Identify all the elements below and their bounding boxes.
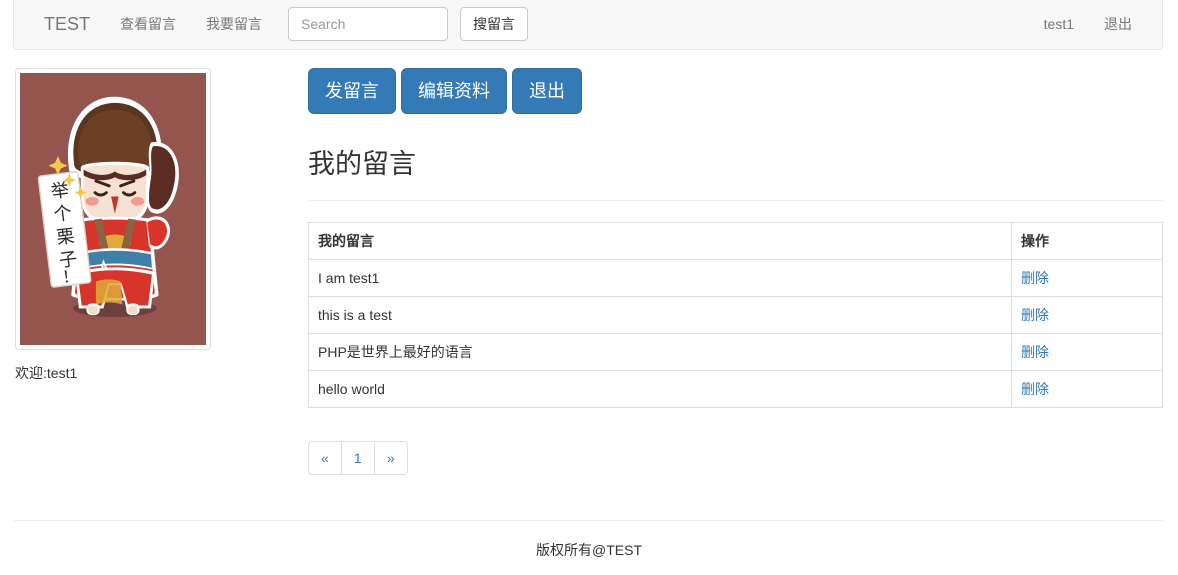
- table-row: PHP是世界上最好的语言 删除: [308, 332, 1163, 371]
- svg-text:！: ！: [61, 266, 79, 287]
- table-row: hello world 删除: [308, 369, 1163, 408]
- search-submit-button[interactable]: 搜留言: [460, 6, 529, 41]
- navbar-search-form: 搜留言: [288, 6, 529, 41]
- table-row: this is a test 删除: [308, 295, 1163, 334]
- pagination-nav: « 1 »: [308, 408, 1163, 475]
- nav-link-username[interactable]: test1: [1029, 0, 1089, 49]
- action-cell: 删除: [1011, 258, 1163, 297]
- nav-link-logout[interactable]: 退出: [1089, 0, 1147, 49]
- footer-copyright: 版权所有@TEST: [536, 542, 642, 558]
- search-input[interactable]: [288, 6, 449, 41]
- sidebar: 举 个 栗 子 ！ 欢迎:test1: [15, 68, 215, 383]
- message-cell: hello world: [308, 369, 1012, 408]
- svg-text:个: 个: [53, 203, 73, 226]
- navbar-brand[interactable]: TEST: [29, 0, 105, 49]
- title-divider: [308, 199, 1163, 201]
- page-title: 我的留言: [308, 149, 416, 179]
- avatar-thumbnail: 举 个 栗 子 ！: [15, 68, 211, 350]
- table-header-row: 我的留言 操作: [308, 221, 1163, 260]
- action-cell: 删除: [1011, 369, 1163, 408]
- nav-link-post-message[interactable]: 我要留言: [191, 0, 277, 49]
- svg-text:举: 举: [50, 180, 70, 203]
- delete-link[interactable]: 删除: [1021, 270, 1049, 286]
- table-row: I am test1 删除: [308, 258, 1163, 297]
- action-cell: 删除: [1011, 332, 1163, 371]
- message-cell: this is a test: [308, 295, 1012, 334]
- logout-button[interactable]: 退出: [512, 68, 582, 114]
- svg-text:栗: 栗: [55, 226, 75, 249]
- column-header-message: 我的留言: [308, 221, 1012, 260]
- edit-profile-button[interactable]: 编辑资料: [401, 68, 507, 114]
- avatar-image: 举 个 栗 子 ！: [20, 73, 206, 345]
- delete-link[interactable]: 删除: [1021, 344, 1049, 360]
- navbar-inner: TEST 查看留言 我要留言 搜留言 test1 退出: [14, 0, 1162, 49]
- action-cell: 删除: [1011, 295, 1163, 334]
- top-navbar: TEST 查看留言 我要留言 搜留言 test1 退出: [13, 0, 1163, 50]
- message-cell: I am test1: [308, 258, 1012, 297]
- messages-table: 我的留言 操作 I am test1 删除 this is a test 删除 …: [308, 221, 1163, 408]
- nav-link-view-messages[interactable]: 查看留言: [105, 0, 191, 49]
- message-cell: PHP是世界上最好的语言: [308, 332, 1012, 371]
- pagination-next[interactable]: »: [374, 440, 408, 475]
- column-header-action: 操作: [1011, 221, 1163, 260]
- table-head: 我的留言 操作: [308, 221, 1163, 260]
- navbar-right-group: test1 退出: [1029, 0, 1147, 49]
- post-message-button[interactable]: 发留言: [308, 68, 396, 114]
- delete-link[interactable]: 删除: [1021, 381, 1049, 397]
- welcome-text: 欢迎:test1: [15, 365, 78, 381]
- pagination: « 1 »: [308, 440, 408, 475]
- table-body: I am test1 删除 this is a test 删除 PHP是世界上最…: [308, 258, 1163, 408]
- pagination-prev[interactable]: «: [308, 440, 342, 475]
- page-footer: 版权所有@TEST: [14, 520, 1164, 560]
- main-content: 发留言 编辑资料 退出 我的留言 我的留言 操作 I am test1 删除 t…: [308, 68, 1163, 475]
- delete-link[interactable]: 删除: [1021, 307, 1049, 323]
- pagination-page-1[interactable]: 1: [341, 440, 375, 475]
- action-button-group: 发留言 编辑资料 退出: [308, 68, 1163, 114]
